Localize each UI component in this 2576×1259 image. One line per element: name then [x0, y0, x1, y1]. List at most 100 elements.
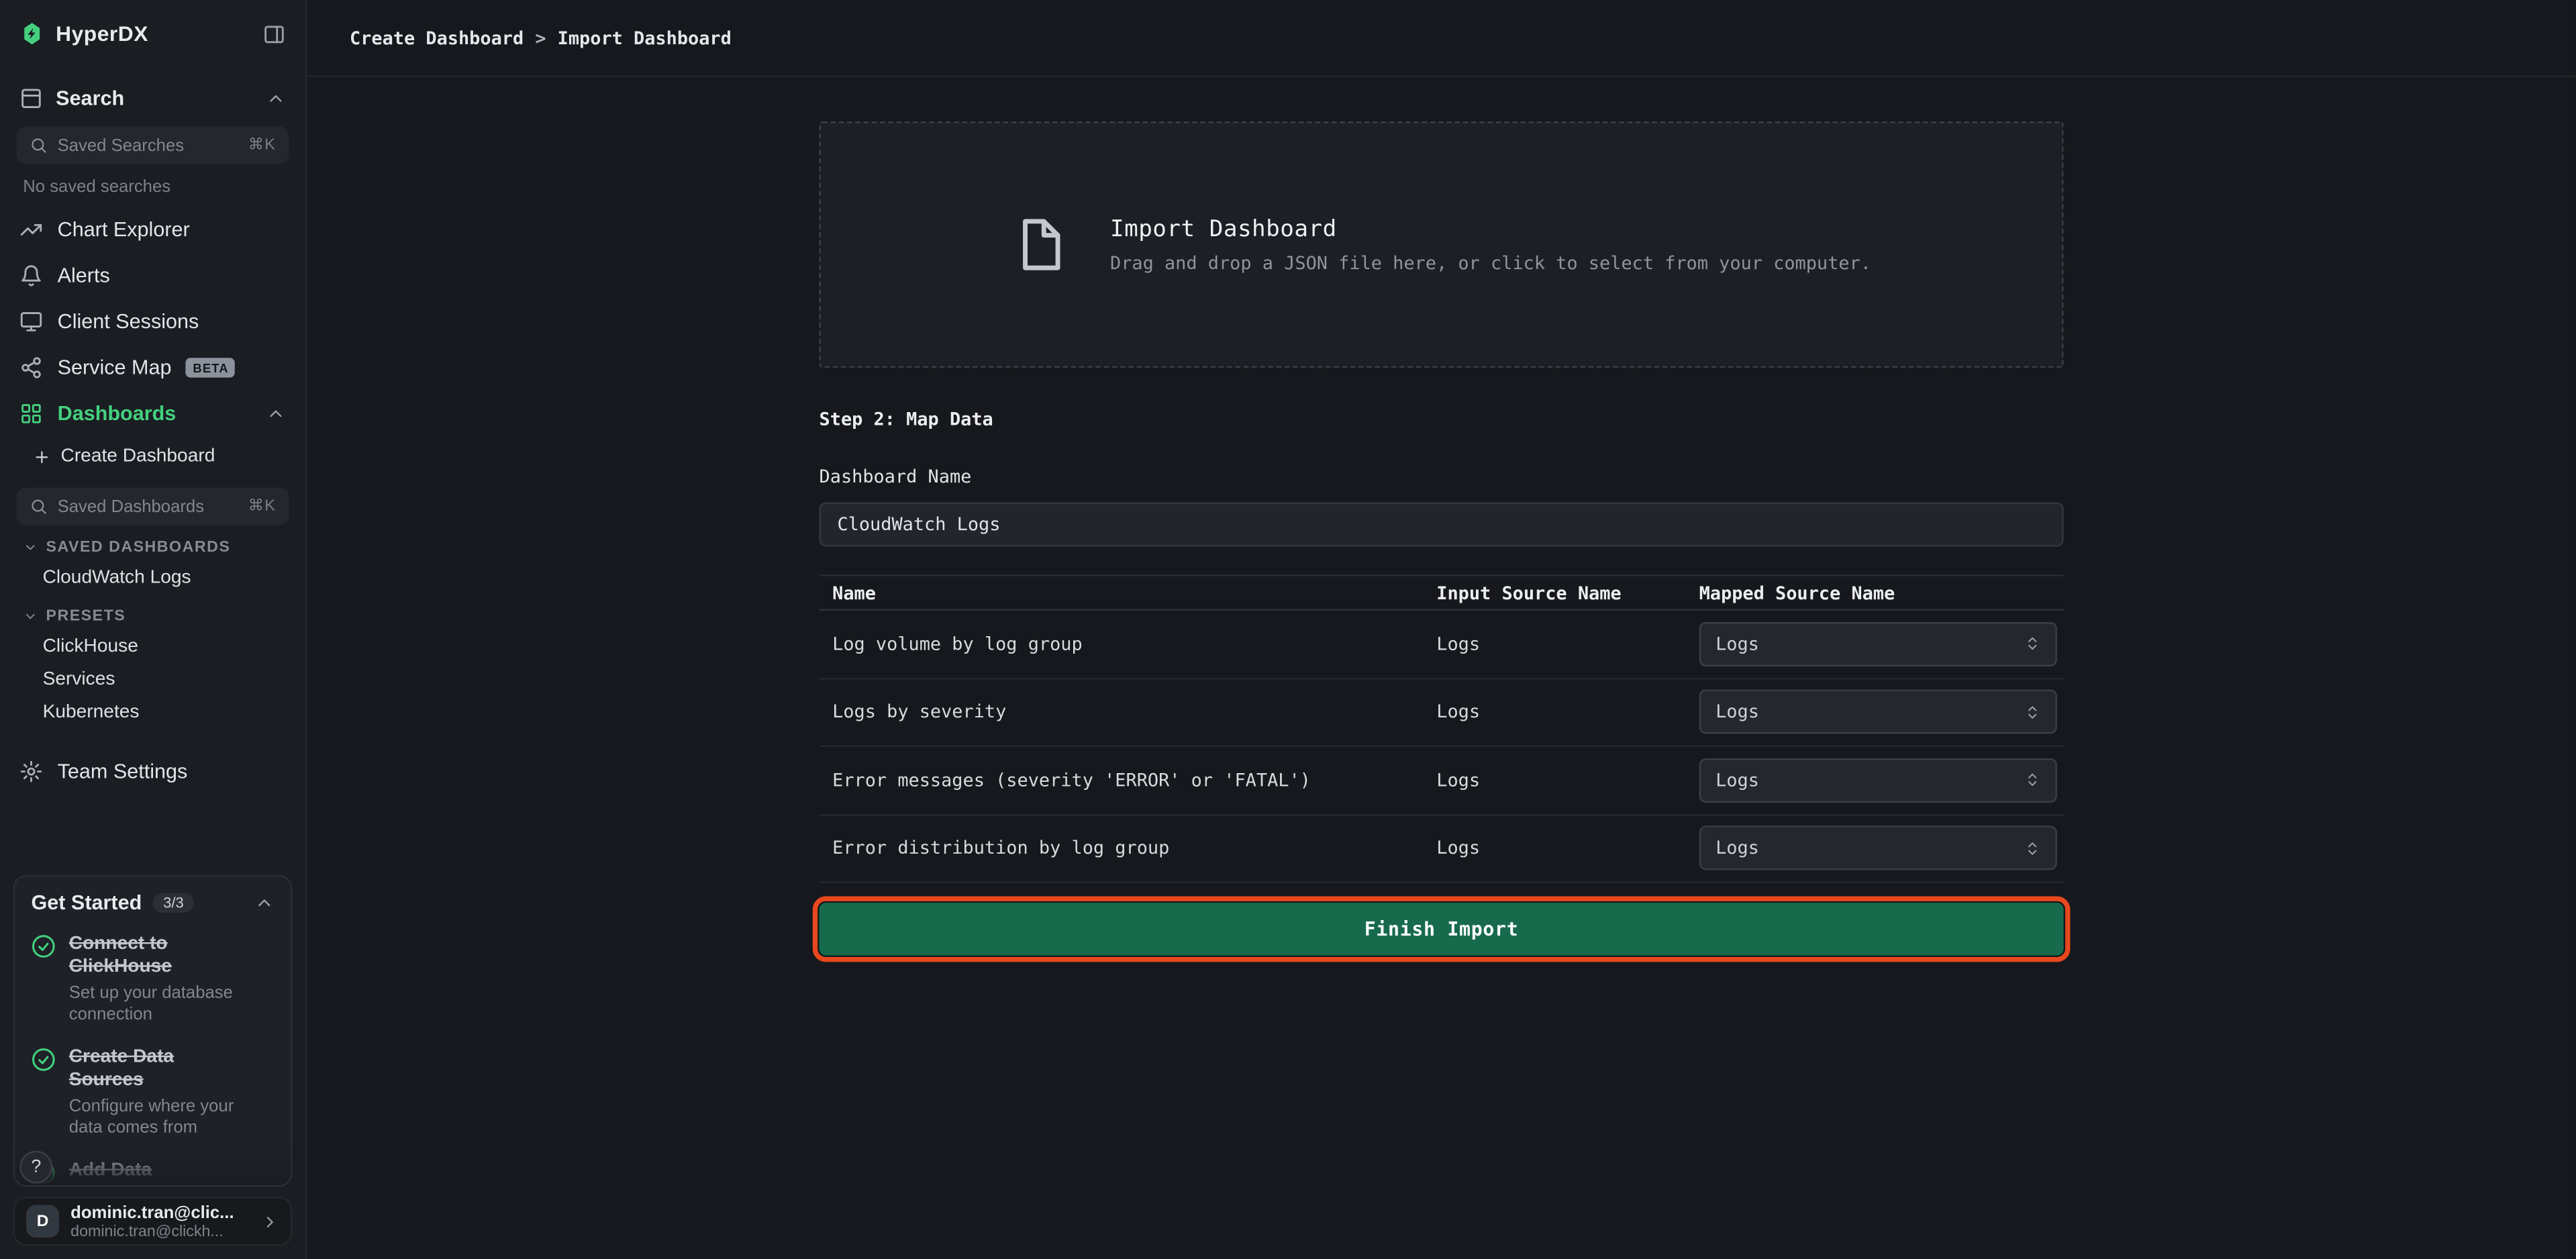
table-row: Error messages (severity 'ERROR' or 'FAT…: [820, 747, 2064, 815]
avatar: D: [26, 1205, 59, 1238]
chart-icon: [19, 218, 42, 241]
chevron-up-icon[interactable]: [254, 893, 274, 913]
gear-icon: [19, 760, 42, 783]
sidebar-item-service-map[interactable]: Service Map BETA: [0, 345, 305, 391]
check-circle-icon: [31, 1048, 56, 1072]
table-row: Error distribution by log group Logs Log…: [820, 815, 2064, 883]
saved-searches-search[interactable]: ⌘K: [16, 126, 289, 164]
main-area: Create Dashboard > Import Dashboard Impo…: [307, 0, 2575, 1259]
chevron-up-icon[interactable]: [266, 404, 285, 423]
input-source: Logs: [1436, 838, 1699, 859]
search-icon: [30, 136, 48, 154]
bell-icon: [19, 264, 42, 287]
shortcut-badge: ⌘K: [248, 497, 276, 515]
select-chevrons-icon: [2024, 704, 2040, 720]
get-started-header[interactable]: Get Started 3/3: [31, 891, 274, 914]
chart-name: Logs by severity: [820, 701, 1437, 723]
sidebar-dashboard-cloudwatch-logs[interactable]: CloudWatch Logs: [0, 562, 305, 595]
file-icon: [1011, 210, 1067, 279]
breadcrumb-separator: >: [535, 27, 546, 48]
chart-explorer-label: Chart Explorer: [58, 218, 190, 241]
no-saved-searches-text: No saved searches: [0, 164, 305, 201]
select-chevrons-icon: [2024, 636, 2040, 652]
shortcut-badge: ⌘K: [248, 136, 276, 154]
chart-name: Error distribution by log group: [820, 838, 1437, 859]
sidebar-preset-kubernetes[interactable]: Kubernetes: [0, 696, 305, 729]
saved-dashboards-search[interactable]: ⌘K: [16, 487, 289, 525]
dropzone-title: Import Dashboard: [1110, 216, 1871, 242]
col-header-name: Name: [820, 582, 1437, 603]
beta-badge: BETA: [187, 358, 236, 377]
breadcrumb-import-dashboard: Import Dashboard: [558, 27, 732, 48]
create-dashboard-button[interactable]: Create Dashboard: [0, 437, 305, 476]
chart-name: Log volume by log group: [820, 634, 1437, 655]
presets-group-header[interactable]: PRESETS: [0, 594, 305, 630]
table-row: Logs by severity Logs Logs: [820, 678, 2064, 747]
input-source: Logs: [1436, 634, 1699, 655]
search-section-icon: [19, 87, 42, 110]
get-started-step-connect[interactable]: Connect to ClickHouse Set up your databa…: [31, 932, 274, 1027]
mapped-source-select[interactable]: Logs: [1699, 621, 2057, 666]
fade-overlay: [15, 1142, 291, 1185]
get-started-step-sources[interactable]: Create Data Sources Configure where your…: [31, 1046, 274, 1141]
chevron-up-icon[interactable]: [266, 89, 285, 108]
finish-import-button[interactable]: Finish Import: [820, 903, 2064, 955]
help-button[interactable]: ?: [19, 1151, 52, 1184]
saved-searches-input[interactable]: [58, 136, 238, 155]
app-name: HyperDX: [56, 21, 148, 46]
content: Import Dashboard Drag and drop a JSON fi…: [307, 77, 2575, 1259]
presets-header-label: PRESETS: [46, 607, 126, 625]
sidebar-item-team-settings[interactable]: Team Settings: [0, 748, 305, 794]
sidebar-item-chart-explorer[interactable]: Chart Explorer: [0, 207, 305, 252]
sidebar-preset-clickhouse[interactable]: ClickHouse: [0, 630, 305, 663]
select-chevrons-icon: [2024, 772, 2040, 788]
collapse-sidebar-icon[interactable]: [262, 22, 285, 45]
get-started-card: Get Started 3/3 Connect to ClickHouse Se…: [13, 875, 293, 1187]
service-map-icon: [19, 356, 42, 379]
import-dropzone[interactable]: Import Dashboard Drag and drop a JSON fi…: [820, 121, 2064, 368]
user-menu[interactable]: D dominic.tran@clic... dominic.tran@clic…: [13, 1197, 293, 1246]
user-name: dominic.tran@clic...: [70, 1203, 250, 1222]
search-icon: [30, 497, 48, 515]
mapped-source-select[interactable]: Logs: [1699, 690, 2057, 734]
create-dashboard-label: Create Dashboard: [61, 446, 215, 466]
saved-dashboards-input[interactable]: [58, 497, 238, 516]
sidebar-item-client-sessions[interactable]: Client Sessions: [0, 299, 305, 344]
mapping-table: Name Input Source Name Mapped Source Nam…: [820, 574, 2064, 883]
sidebar-item-dashboards[interactable]: Dashboards: [0, 391, 305, 436]
chevron-down-icon: [23, 540, 38, 555]
saved-dashboards-group-header[interactable]: SAVED DASHBOARDS: [0, 525, 305, 562]
step-desc: Configure where your data comes from: [69, 1096, 263, 1141]
mapped-source-select[interactable]: Logs: [1699, 758, 2057, 802]
sidebar-section-search[interactable]: Search: [0, 76, 305, 121]
chevron-down-icon: [23, 609, 38, 623]
breadcrumb-create-dashboard[interactable]: Create Dashboard: [350, 27, 524, 48]
table-header-row: Name Input Source Name Mapped Source Nam…: [820, 574, 2064, 611]
dashboards-label: Dashboards: [58, 402, 177, 425]
app-window: HyperDX Search ⌘K No saved searches Char…: [0, 0, 2576, 1259]
chart-name: Error messages (severity 'ERROR' or 'FAT…: [820, 770, 1437, 791]
user-email: dominic.tran@clickh...: [70, 1222, 250, 1240]
alerts-label: Alerts: [58, 264, 110, 287]
select-chevrons-icon: [2024, 840, 2040, 856]
step-desc: Start sending logs, metrics, or traces: [69, 1186, 263, 1187]
monitor-icon: [19, 310, 42, 333]
chevron-right-icon: [261, 1212, 279, 1230]
progress-badge: 3/3: [153, 893, 193, 913]
selected-value: Logs: [1716, 701, 1759, 723]
step-title: Create Data Sources: [69, 1046, 253, 1093]
search-section-label: Search: [56, 87, 124, 110]
dropzone-subtitle: Drag and drop a JSON file here, or click…: [1110, 252, 1871, 273]
step-label: Step 2: Map Data: [820, 409, 2064, 430]
mapped-source-select[interactable]: Logs: [1699, 826, 2057, 870]
sidebar-item-alerts[interactable]: Alerts: [0, 253, 305, 299]
col-header-input-source: Input Source Name: [1436, 582, 1699, 603]
selected-value: Logs: [1716, 838, 1759, 859]
dashboard-name-input[interactable]: [820, 502, 2064, 546]
team-settings-label: Team Settings: [58, 760, 188, 783]
dashboard-name-label: Dashboard Name: [820, 466, 2064, 488]
input-source: Logs: [1436, 701, 1699, 723]
client-sessions-label: Client Sessions: [58, 310, 199, 333]
step-title: Connect to ClickHouse: [69, 932, 253, 979]
sidebar-preset-services[interactable]: Services: [0, 663, 305, 696]
